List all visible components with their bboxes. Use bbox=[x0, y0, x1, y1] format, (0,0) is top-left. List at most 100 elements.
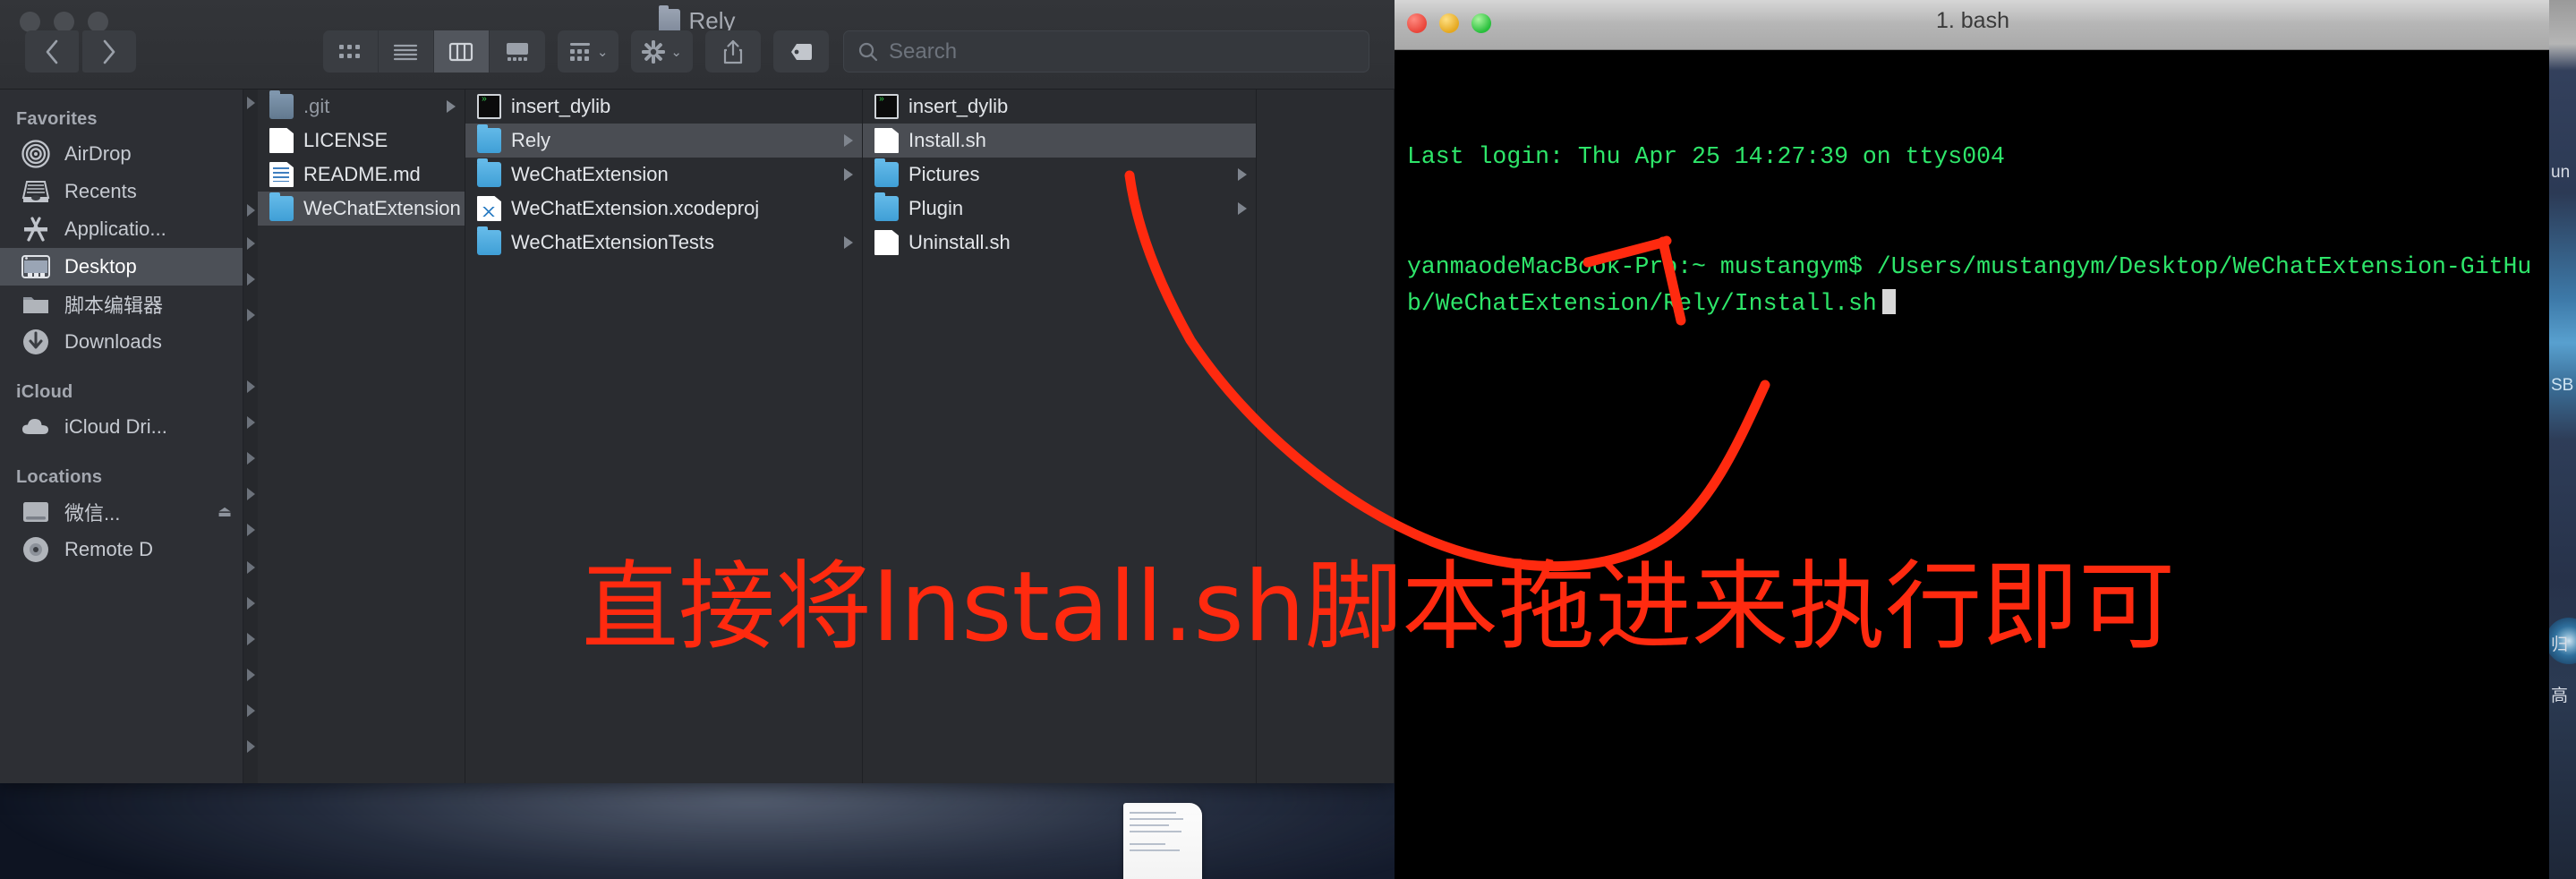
sidebar-item-downloads[interactable]: Downloads bbox=[0, 323, 243, 361]
icon-view-icon bbox=[339, 44, 361, 58]
file-row-selected[interactable]: Install.sh bbox=[863, 124, 1256, 158]
terminal-title-bar: 1. bash bbox=[1395, 0, 2551, 50]
file-name: Plugin bbox=[908, 197, 964, 219]
folder-icon bbox=[477, 124, 501, 153]
sidebar-item-airdrop[interactable]: AirDrop bbox=[0, 135, 243, 173]
group-by-button[interactable]: ⌄ bbox=[557, 30, 619, 73]
folder-icon bbox=[659, 5, 681, 33]
file-name: WeChatExtension.xcodeproj bbox=[511, 197, 760, 219]
terminal-window[interactable]: 1. bash Last login: Thu Apr 25 14:27:39 … bbox=[1395, 0, 2551, 879]
peek-label-1: SB bbox=[2551, 376, 2574, 395]
group-by-icon bbox=[569, 42, 590, 61]
sidebar-item-label: 脚本编辑器 bbox=[64, 294, 164, 317]
sidebar-section-icloud-title: iCloud bbox=[16, 382, 73, 402]
disclosure-arrow-icon bbox=[844, 134, 853, 147]
sidebar-item-remote-disc[interactable]: Remote D bbox=[0, 531, 243, 568]
terminal-line: Last login: Thu Apr 25 14:27:39 on ttys0… bbox=[1407, 143, 2005, 170]
disclosure-arrow-icon bbox=[844, 236, 853, 249]
finder-column-preview[interactable] bbox=[1257, 90, 1395, 783]
sidebar-item-recents[interactable]: Recents bbox=[0, 173, 243, 210]
gallery-view-icon bbox=[506, 42, 528, 61]
view-gallery-button[interactable] bbox=[490, 30, 545, 73]
sidebar-section-favorites-title: Favorites bbox=[16, 109, 98, 129]
chevron-down-icon: ⌄ bbox=[596, 44, 609, 60]
view-list-button[interactable] bbox=[379, 30, 434, 73]
file-name: insert_dylib bbox=[511, 95, 611, 117]
column-view-icon bbox=[449, 42, 473, 61]
icloud-icon bbox=[20, 412, 52, 442]
finder-column-wechatextension[interactable]: insert_dylib Rely WeChatExtension WeChat… bbox=[465, 90, 863, 783]
terminal-output[interactable]: Last login: Thu Apr 25 14:27:39 on ttys0… bbox=[1395, 50, 2551, 396]
sidebar-item-label: Applicatio... bbox=[64, 218, 166, 240]
terminal-line: yanmaodeMacBook-Pro:~ mustangym$ /Users/… bbox=[1407, 253, 2532, 317]
sidebar-item-label: Downloads bbox=[64, 330, 162, 353]
view-icon-button[interactable] bbox=[323, 30, 379, 73]
file-row[interactable]: README.md bbox=[258, 158, 465, 192]
right-edge-window-peek[interactable]: un SB 归 高 bbox=[2549, 0, 2576, 879]
gear-icon bbox=[642, 39, 666, 64]
sidebar-item-wechat-volume[interactable]: 微信... ⏏ bbox=[0, 493, 243, 531]
back-button[interactable] bbox=[25, 30, 79, 73]
terminal-cursor bbox=[1881, 289, 1896, 314]
file-name: .git bbox=[303, 95, 330, 117]
harddisk-icon bbox=[20, 497, 52, 527]
sidebar-item-label: AirDrop bbox=[64, 142, 132, 165]
search-field[interactable]: Search bbox=[843, 30, 1369, 73]
chevron-down-icon: ⌄ bbox=[670, 44, 682, 60]
folder-icon bbox=[874, 158, 899, 187]
file-name: WeChatExtensionTests bbox=[511, 231, 715, 253]
finder-column-root[interactable]: .git LICENSE README.md WeChatExtension bbox=[258, 90, 465, 783]
file-row[interactable]: Uninstall.sh bbox=[863, 226, 1256, 260]
markdown-icon bbox=[269, 162, 294, 187]
file-row[interactable]: LICENSE bbox=[258, 124, 465, 158]
folder-icon bbox=[269, 90, 294, 119]
desktop-document-icon[interactable] bbox=[1123, 803, 1202, 879]
tag-icon bbox=[791, 43, 812, 60]
file-row[interactable]: insert_dylib bbox=[863, 90, 1256, 124]
finder-window[interactable]: Rely ⌄ ⌄ Search Favorites AirDrop Recent… bbox=[0, 0, 1395, 783]
file-row[interactable]: WeChatExtension bbox=[465, 158, 862, 192]
finder-sidebar[interactable]: Favorites AirDrop Recents Applicatio... … bbox=[0, 90, 243, 783]
sidebar-item-icloud-drive[interactable]: iCloud Dri... bbox=[0, 408, 243, 446]
sidebar-item-script-editor[interactable]: 脚本编辑器 bbox=[0, 286, 243, 323]
file-row[interactable]: insert_dylib bbox=[465, 90, 862, 124]
document-icon bbox=[269, 128, 294, 153]
file-row-selected[interactable]: Rely bbox=[465, 124, 862, 158]
sidebar-item-applications[interactable]: Applicatio... bbox=[0, 210, 243, 248]
forward-button[interactable] bbox=[82, 30, 136, 73]
folder-icon bbox=[477, 226, 501, 255]
file-name: Uninstall.sh bbox=[908, 231, 1011, 253]
screen: un SB 归 高 Rely ⌄ ⌄ Search Favorites AirD… bbox=[0, 0, 2576, 879]
file-row[interactable]: WeChatExtension.xcodeproj bbox=[465, 192, 862, 226]
finder-column-rely[interactable]: insert_dylib Install.sh Pictures Plugin bbox=[863, 90, 1257, 783]
file-row[interactable]: WeChatExtensionTests bbox=[465, 226, 862, 260]
sidebar-item-label: 微信... bbox=[64, 502, 121, 525]
folder-icon bbox=[269, 192, 294, 221]
share-button[interactable] bbox=[705, 30, 761, 73]
file-row[interactable]: .git bbox=[258, 90, 465, 124]
file-name: Rely bbox=[511, 129, 551, 151]
sidebar-section-locations-title: Locations bbox=[16, 467, 103, 487]
view-mode-segmented-control[interactable] bbox=[322, 30, 545, 73]
action-menu-button[interactable]: ⌄ bbox=[631, 30, 693, 73]
disc-icon bbox=[20, 534, 52, 565]
file-row[interactable]: Plugin bbox=[863, 192, 1256, 226]
view-column-button[interactable] bbox=[433, 30, 490, 73]
peek-label-2: 归 bbox=[2551, 636, 2569, 654]
xcode-project-icon bbox=[477, 196, 501, 221]
terminal-title: 1. bash bbox=[1935, 8, 2009, 33]
file-name: LICENSE bbox=[303, 129, 388, 151]
file-name: insert_dylib bbox=[908, 95, 1009, 117]
chevron-right-icon bbox=[103, 39, 115, 64]
eject-icon[interactable]: ⏏ bbox=[218, 503, 232, 521]
file-name: Install.sh bbox=[908, 129, 986, 151]
disclosure-arrow-icon bbox=[447, 100, 456, 113]
file-row[interactable]: Pictures bbox=[863, 158, 1256, 192]
navigation-group[interactable] bbox=[25, 30, 136, 73]
desktop-icon bbox=[20, 252, 52, 282]
sidebar-item-desktop[interactable]: Desktop bbox=[0, 248, 243, 286]
disclosure-arrow-icon bbox=[1238, 202, 1247, 215]
tag-button[interactable] bbox=[773, 30, 829, 73]
document-icon bbox=[874, 230, 899, 255]
file-row-selected[interactable]: WeChatExtension bbox=[258, 192, 465, 226]
